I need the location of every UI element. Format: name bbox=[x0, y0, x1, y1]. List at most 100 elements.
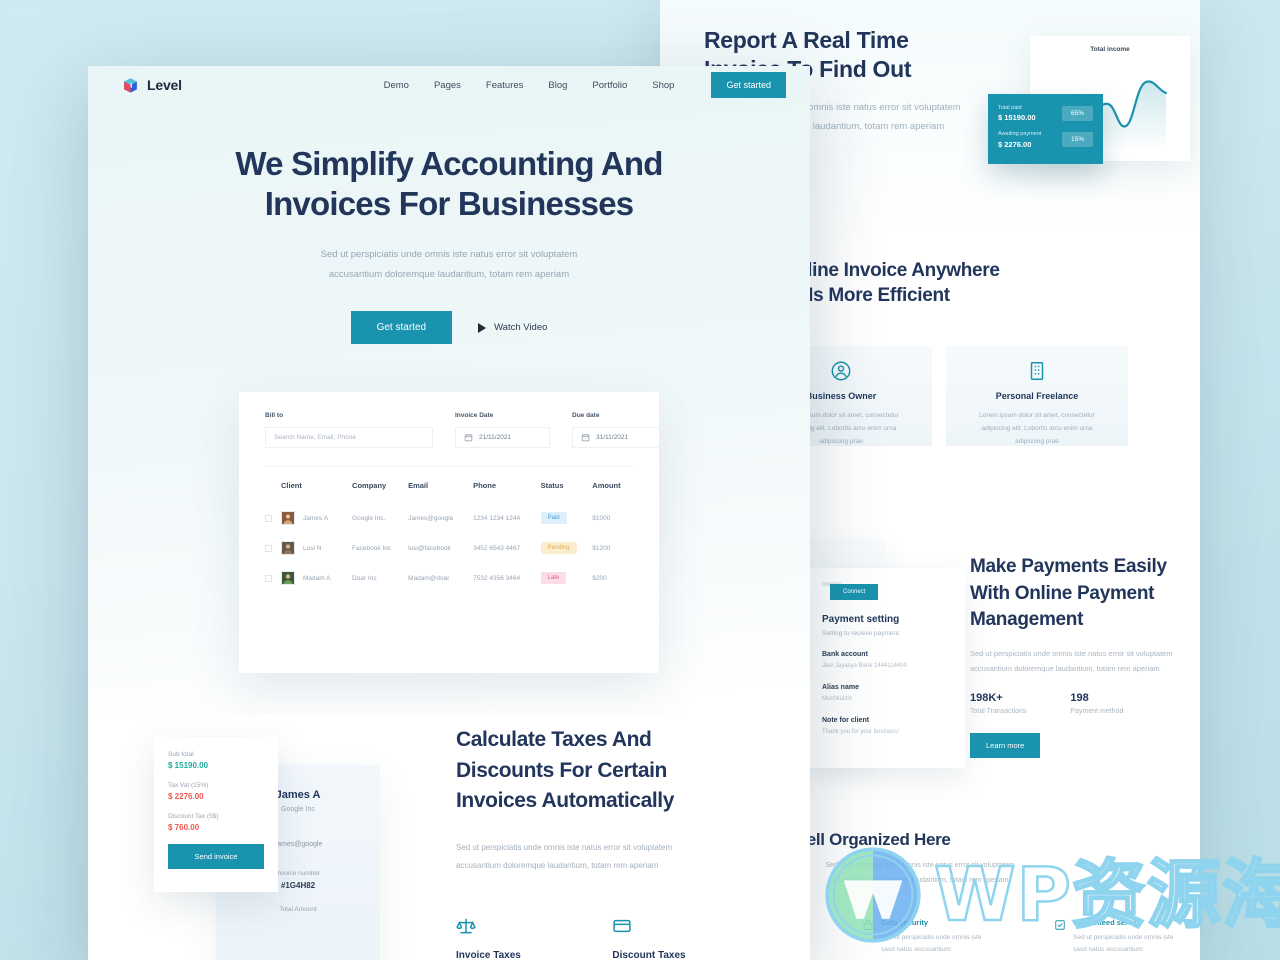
stat-percent: 65% bbox=[1061, 105, 1093, 121]
note-for-client-label: Note for client bbox=[822, 716, 870, 724]
credit-card-icon bbox=[612, 916, 632, 936]
stat-percent: 15% bbox=[1061, 132, 1093, 148]
cell-phone: 1234 1234 1244 bbox=[473, 514, 521, 522]
table-row[interactable]: Lusi N Facebook Inc lusi@facebook 3452 6… bbox=[265, 533, 633, 563]
invoice-date-group: Invoice Date 21/11/2021 bbox=[455, 412, 550, 449]
bill-to-input[interactable]: Search Name, Email, Phone bbox=[265, 427, 433, 449]
bank-account-value: Jasr Jayasya Bank 1444114400 bbox=[822, 663, 907, 669]
payments-copy-block: Make Payments Easily With Online Payment… bbox=[970, 554, 1200, 758]
feature-discount-taxes: Discount Taxes Lorem ipsum dolor sit ame… bbox=[612, 916, 696, 960]
status-badge: Pending bbox=[540, 542, 577, 555]
stat-label: Total paid bbox=[998, 105, 1022, 111]
avatar bbox=[281, 511, 295, 526]
sub-total-label: Sub total bbox=[168, 751, 194, 759]
status-badge: Late bbox=[540, 572, 567, 585]
nav-link-shop[interactable]: Shop bbox=[652, 80, 674, 91]
calculate-title-line1: Calculate Taxes And bbox=[456, 728, 652, 752]
sub-total-value: $ 15190.00 bbox=[168, 761, 209, 771]
metric-total-transactions: 198K+ Total Transactions bbox=[970, 692, 1026, 715]
play-icon bbox=[478, 322, 487, 333]
nav-link-pages[interactable]: Pages bbox=[434, 80, 461, 91]
cell-amount: $1000 bbox=[592, 514, 611, 522]
hero-section: We Simplify Accounting And Invoices For … bbox=[88, 104, 810, 345]
lock-icon bbox=[862, 919, 874, 931]
column-email: Email bbox=[408, 481, 429, 491]
stat-row: Total paid $ 15190.00 65% bbox=[998, 104, 1093, 122]
stat-value: $ 2276.00 bbox=[998, 139, 1032, 149]
feature-data-security: Data security Sed ut perspiciatis unde o… bbox=[862, 918, 1022, 957]
nav-link-demo[interactable]: Demo bbox=[384, 80, 409, 91]
invoice-preview-card: Bill to Search Name, Email, Phone Invoic… bbox=[239, 392, 667, 674]
check-square-icon bbox=[1054, 919, 1066, 931]
cell-status: Pending bbox=[540, 533, 593, 563]
persona-card-personal-freelance[interactable]: Personal Freelance Lorem ipsum dolor sit… bbox=[946, 346, 1128, 446]
feature-desc-line2: sasd natus accusantium bbox=[1073, 946, 1143, 954]
avatar bbox=[281, 541, 295, 556]
note-for-client-value: Thank you for your business! bbox=[822, 728, 900, 735]
calculate-taxes-section: James A Google Inc James@google Invoice … bbox=[88, 715, 810, 960]
client-name: Lusi N bbox=[303, 544, 322, 552]
table-row[interactable]: James A Google Inc. James@google 1234 12… bbox=[265, 503, 633, 533]
invoice-date-label: Invoice Date bbox=[455, 412, 494, 420]
hero-get-started-button[interactable]: Get started bbox=[350, 311, 453, 345]
chart-title: Total income bbox=[1090, 46, 1130, 53]
calculate-paragraph: Sed ut perspiciatis unde omnis iste natu… bbox=[456, 839, 756, 874]
cell-email: Madam@doar bbox=[408, 574, 450, 582]
calendar-icon bbox=[581, 433, 590, 442]
payments-title-line3: Management bbox=[970, 609, 1084, 631]
hero-title: We Simplify Accounting And Invoices For … bbox=[88, 144, 810, 223]
metric-value: 198K+ bbox=[970, 691, 1003, 704]
brand-logo[interactable]: Level bbox=[122, 77, 182, 94]
select-all-header[interactable] bbox=[265, 481, 281, 503]
hero-para-line2: accusantium doloremque laudantium, totam… bbox=[328, 269, 570, 281]
feature-invoice-taxes: Invoice Taxes Lorem ipsum dolor sit amet bbox=[456, 916, 540, 960]
foreground-page: Level Demo Pages Features Blog Portfolio… bbox=[88, 66, 810, 960]
feature-desc-line1: Sed ut perspiciatis unde omnis iste bbox=[881, 934, 982, 941]
cube-logo-icon bbox=[124, 77, 137, 93]
column-status: Status bbox=[540, 481, 564, 491]
bill-to-label: Bill to bbox=[265, 412, 284, 420]
bill-to-group: Bill to Search Name, Email, Phone bbox=[265, 412, 433, 449]
calculate-copy-block: Calculate Taxes And Discounts For Certai… bbox=[456, 725, 756, 960]
status-badge: Paid bbox=[540, 512, 567, 525]
bill-to-placeholder: Search Name, Email, Phone bbox=[274, 434, 357, 442]
calculate-title: Calculate Taxes And Discounts For Certai… bbox=[456, 725, 756, 817]
row-checkbox[interactable] bbox=[265, 533, 281, 563]
due-date-group: Due date 31/11/2021 bbox=[572, 412, 667, 449]
table-row[interactable]: Madam A Doar Inc Madam@doar 7532 4356 34… bbox=[265, 563, 633, 593]
persona-desc: Lorem ipsum dolor sit amet, consectetur … bbox=[979, 412, 1095, 445]
due-date-input[interactable]: 31/11/2021 bbox=[572, 427, 667, 449]
nav-link-features[interactable]: Features bbox=[486, 80, 524, 91]
cell-phone: 7532 4356 3464 bbox=[473, 574, 521, 582]
watch-video-button[interactable]: Watch Video bbox=[478, 322, 547, 333]
scales-icon bbox=[456, 916, 476, 936]
nav-link-blog[interactable]: Blog bbox=[548, 80, 567, 91]
client-name: James A bbox=[303, 514, 328, 522]
cell-client: Lusi N bbox=[281, 533, 352, 563]
avatar bbox=[281, 571, 295, 586]
column-amount: Amount bbox=[592, 481, 621, 491]
nav-link-portfolio[interactable]: Portfolio bbox=[592, 80, 627, 91]
cell-company: Facebook Inc bbox=[352, 544, 392, 552]
building-icon bbox=[1026, 360, 1048, 382]
user-circle-icon bbox=[830, 360, 852, 382]
payments-title-line1: Make Payments Easily bbox=[970, 556, 1167, 577]
connect-button[interactable]: Connect bbox=[830, 584, 879, 600]
nav-get-started-button[interactable]: Get started bbox=[711, 72, 786, 98]
income-stats-card: Total paid $ 15190.00 65% Awaiting payme… bbox=[988, 94, 1103, 164]
feature-title: Guaranteed service bbox=[1073, 918, 1143, 927]
row-checkbox[interactable] bbox=[265, 503, 281, 533]
payments-metrics: 198K+ Total Transactions 198 Payment met… bbox=[970, 692, 1200, 715]
send-invoice-button[interactable]: Send invoice bbox=[168, 844, 264, 870]
row-checkbox[interactable] bbox=[265, 563, 281, 593]
learn-more-button[interactable]: Learn more bbox=[970, 732, 1041, 758]
invoice-form-row: Bill to Search Name, Email, Phone Invoic… bbox=[265, 412, 667, 468]
cell-status: Late bbox=[540, 563, 593, 593]
due-date-value: 31/11/2021 bbox=[596, 434, 629, 442]
invoice-table: Client Company Email Phone Status Amount… bbox=[265, 481, 633, 593]
invoice-date-input[interactable]: 21/11/2021 bbox=[455, 427, 550, 449]
back-hero-title-line1: Report A Real Time bbox=[704, 27, 909, 53]
calendar-icon bbox=[464, 433, 473, 442]
brand-name: Level bbox=[147, 77, 182, 93]
hero-title-line1: We Simplify Accounting And bbox=[235, 145, 663, 182]
